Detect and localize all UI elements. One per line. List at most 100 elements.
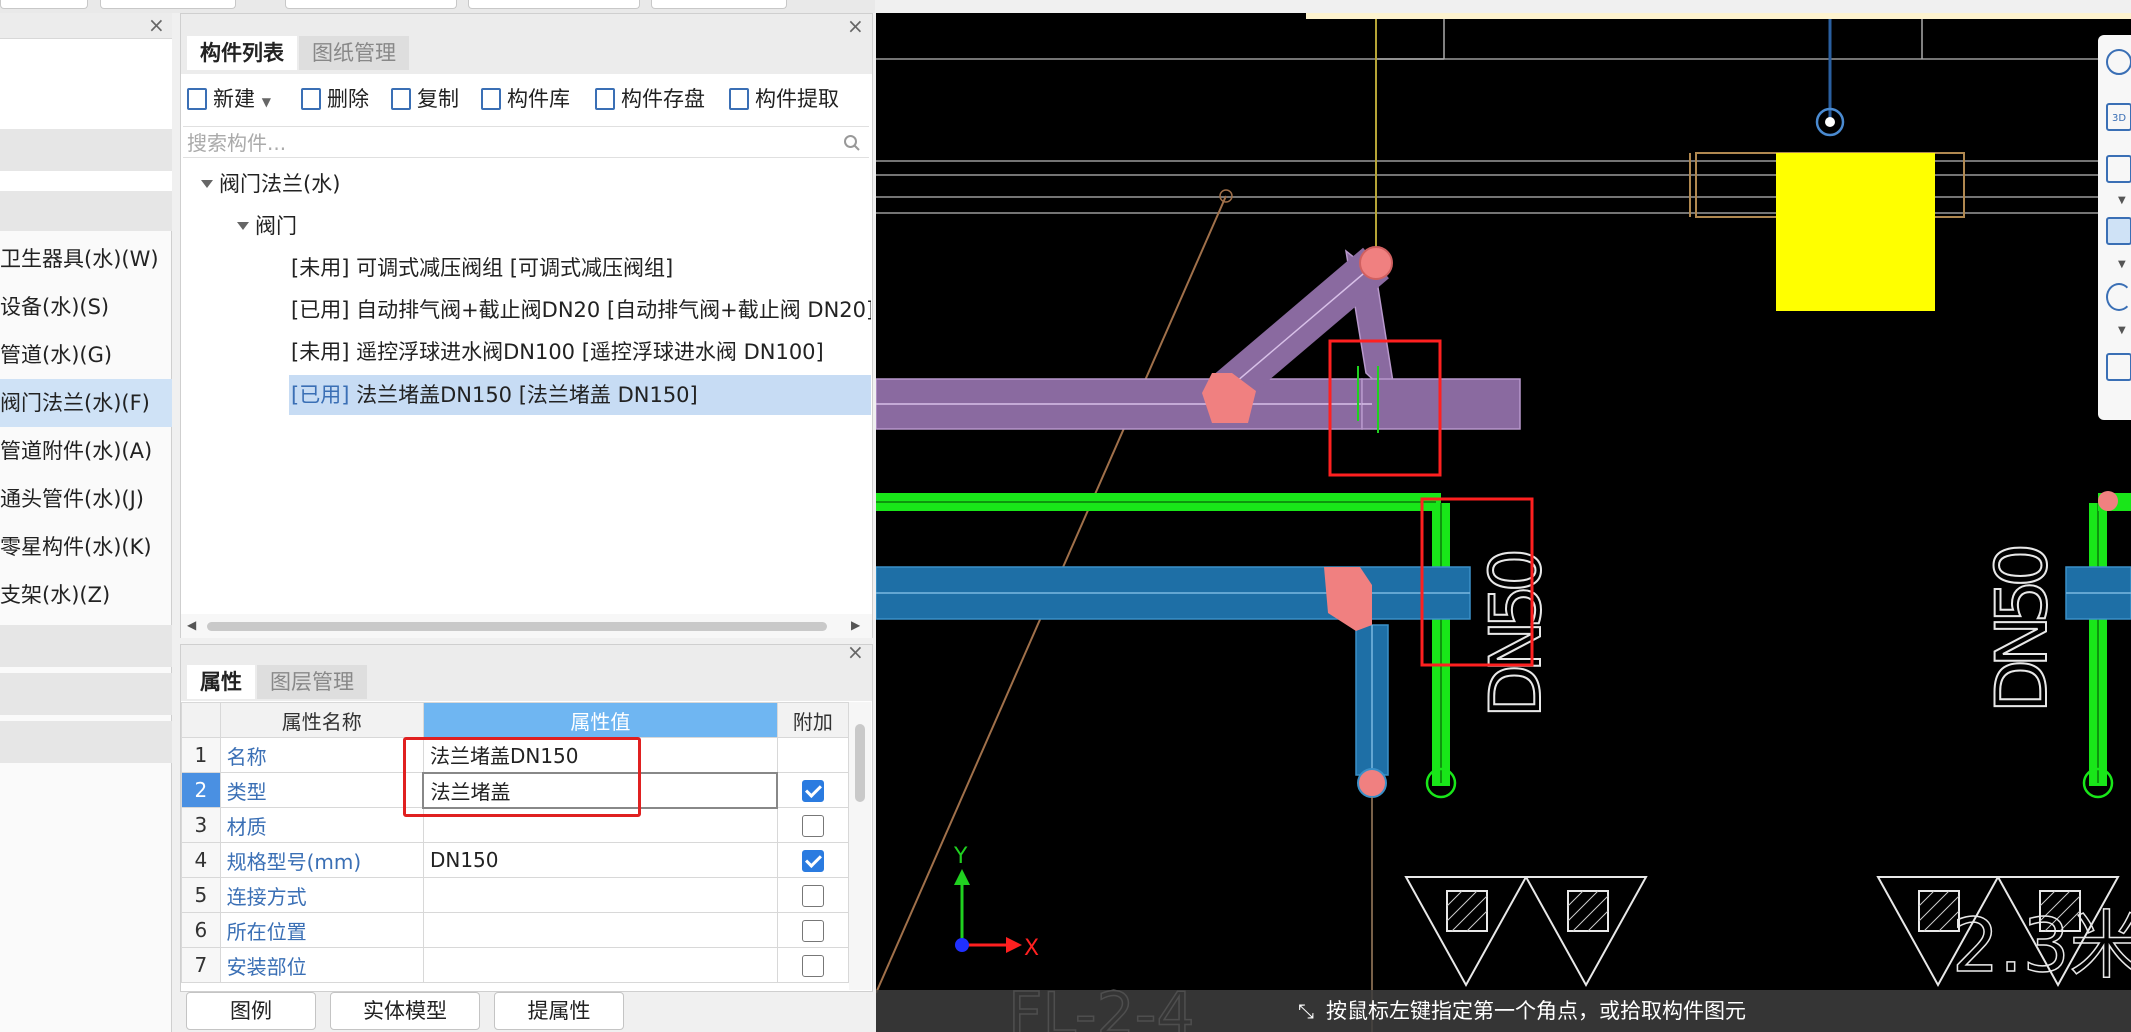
pipe-tee-joint[interactable] bbox=[1324, 567, 1372, 631]
scroll-left-icon[interactable]: ◀ bbox=[187, 618, 196, 632]
view-face-icon[interactable] bbox=[2106, 217, 2131, 245]
property-name: 类型 bbox=[219, 772, 424, 808]
sidebar-group-band[interactable] bbox=[0, 129, 172, 171]
rotate-icon[interactable] bbox=[2106, 283, 2131, 311]
sidebar-group-band[interactable] bbox=[0, 625, 172, 667]
property-row[interactable]: 5 连接方式 bbox=[181, 877, 850, 913]
top-toolbar-button[interactable] bbox=[468, 0, 640, 9]
tab-layer-management[interactable]: 图层管理 bbox=[257, 665, 367, 699]
solid-model-button[interactable]: 实体模型 bbox=[330, 992, 480, 1030]
tree-node-root[interactable]: 阀门法兰(水) bbox=[201, 164, 340, 204]
chevron-down-icon[interactable]: ▼ bbox=[2118, 259, 2126, 270]
tree-node-group[interactable]: 阀门 bbox=[237, 206, 297, 246]
property-row[interactable]: 4 规格型号(mm) DN150 bbox=[181, 842, 850, 878]
sidebar-item-label: 设备(水)(S) bbox=[0, 295, 110, 319]
list-icon[interactable] bbox=[2106, 353, 2131, 381]
orbit-icon[interactable] bbox=[2106, 49, 2131, 75]
tree-item[interactable]: [未用] 可调式减压阀组 [可调式减压阀组] bbox=[291, 248, 871, 288]
property-value[interactable] bbox=[422, 912, 778, 948]
horizontal-scrollbar[interactable]: ◀ ▶ bbox=[181, 614, 872, 638]
scroll-right-icon[interactable]: ▶ bbox=[851, 618, 860, 632]
sidebar-item-misc[interactable]: 零星构件(水)(K) bbox=[0, 523, 172, 571]
expand-arrow-icon[interactable] bbox=[237, 222, 249, 230]
copy-button[interactable]: 复制 bbox=[391, 80, 459, 118]
sidebar-group-band[interactable] bbox=[0, 721, 172, 763]
top-toolbar-strip bbox=[0, 0, 875, 13]
row-number: 1 bbox=[181, 737, 221, 773]
new-button[interactable]: 新建 ▼ bbox=[187, 80, 271, 118]
property-name: 连接方式 bbox=[219, 877, 424, 913]
extra-checkbox[interactable] bbox=[801, 885, 824, 908]
top-toolbar-button[interactable] bbox=[0, 0, 88, 9]
property-value-header: 属性值 bbox=[422, 702, 778, 738]
scrollbar-thumb[interactable] bbox=[207, 622, 827, 631]
sidebar-item-fitting[interactable]: 通头管件(水)(J) bbox=[0, 475, 172, 523]
property-extra-cell bbox=[776, 737, 850, 773]
tab-component-list[interactable]: 构件列表 bbox=[187, 36, 297, 70]
sidebar-item-pipe[interactable]: 管道(水)(G) bbox=[0, 331, 172, 379]
sidebar-blank-area bbox=[0, 39, 172, 129]
property-extra-cell bbox=[776, 912, 850, 948]
expand-arrow-icon[interactable] bbox=[201, 180, 213, 188]
close-icon[interactable]: × bbox=[148, 15, 165, 35]
sidebar-item-sanitary[interactable]: 卫生器具(水)(W) bbox=[0, 235, 172, 283]
property-row[interactable]: 6 所在位置 bbox=[181, 912, 850, 948]
component-extract-button[interactable]: 构件提取 bbox=[729, 80, 839, 118]
3d-view-icon[interactable]: 3D bbox=[2106, 103, 2131, 131]
sidebar-item-equipment[interactable]: 设备(水)(S) bbox=[0, 283, 172, 331]
x-axis-label: X bbox=[1024, 936, 1039, 961]
row-number-header bbox=[181, 702, 221, 738]
component-save-button[interactable]: 构件存盘 bbox=[595, 80, 705, 118]
tab-drawing-management[interactable]: 图纸管理 bbox=[299, 36, 409, 70]
tree-item[interactable]: [已用] 自动排气阀+截止阀DN20 [自动排气阀+截止阀 DN20] bbox=[291, 290, 871, 330]
pipe-end-joint[interactable] bbox=[1357, 768, 1387, 798]
chevron-down-icon[interactable]: ▼ bbox=[2118, 325, 2126, 336]
property-value[interactable] bbox=[422, 877, 778, 913]
tab-label: 图纸管理 bbox=[312, 41, 396, 65]
tab-label: 属性 bbox=[200, 670, 242, 694]
legend-button[interactable]: 图例 bbox=[186, 992, 316, 1030]
tree-item-selected[interactable]: [已用] 法兰堵盖DN150 [法兰堵盖 DN150] bbox=[289, 375, 871, 415]
pipe-end-joint[interactable] bbox=[1359, 246, 1393, 280]
close-icon[interactable]: × bbox=[847, 16, 864, 36]
component-search-input[interactable]: 搜索构件... bbox=[183, 126, 869, 158]
property-row[interactable]: 7 安装部位 bbox=[181, 947, 850, 983]
pick-properties-button[interactable]: 提属性 bbox=[494, 992, 624, 1030]
extra-checkbox[interactable] bbox=[801, 920, 824, 943]
property-extra-cell bbox=[776, 772, 850, 808]
search-icon[interactable] bbox=[843, 134, 861, 152]
sidebar-group-band[interactable] bbox=[0, 673, 172, 715]
extra-checkbox[interactable] bbox=[801, 850, 824, 873]
pipe-end-joint[interactable] bbox=[2098, 491, 2118, 511]
delete-button[interactable]: 删除 bbox=[301, 80, 369, 118]
property-extra-cell bbox=[776, 842, 850, 878]
chevron-down-icon[interactable]: ▼ bbox=[2118, 195, 2126, 206]
sidebar-item-support[interactable]: 支架(水)(Z) bbox=[0, 571, 172, 619]
tab-properties[interactable]: 属性 bbox=[187, 665, 255, 699]
property-value[interactable]: DN150 bbox=[422, 842, 778, 878]
view-box-icon[interactable] bbox=[2106, 155, 2131, 183]
tree-item-status: [已用] bbox=[291, 383, 350, 407]
y-axis-arrow-icon bbox=[954, 869, 970, 885]
extra-checkbox[interactable] bbox=[802, 780, 825, 803]
tree-item[interactable]: [未用] 遥控浮球进水阀DN100 [遥控浮球进水阀 DN100] bbox=[291, 332, 871, 372]
extra-checkbox[interactable] bbox=[801, 955, 824, 978]
yellow-equipment-block[interactable] bbox=[1776, 153, 1935, 311]
sidebar-item-valve-flange[interactable]: 阀门法兰(水)(F) bbox=[0, 379, 172, 427]
property-value[interactable] bbox=[422, 947, 778, 983]
sidebar-group-band[interactable] bbox=[0, 191, 172, 231]
panel-title-bar: × bbox=[181, 642, 872, 663]
cad-drawing[interactable]: DN50 DN50 2.3米以 Y X bbox=[876, 13, 2131, 1032]
cad-drawing-canvas[interactable]: DN50 DN50 2.3米以 Y X bbox=[876, 13, 2131, 1032]
close-icon[interactable]: × bbox=[847, 642, 864, 662]
top-toolbar-button[interactable] bbox=[651, 0, 787, 9]
chevron-down-icon[interactable]: ▼ bbox=[262, 95, 271, 109]
top-toolbar-button[interactable] bbox=[285, 0, 457, 9]
scrollbar-thumb[interactable] bbox=[855, 724, 865, 802]
vertical-scrollbar[interactable] bbox=[849, 702, 871, 990]
extra-checkbox[interactable] bbox=[801, 815, 824, 838]
property-name: 规格型号(mm) bbox=[219, 842, 424, 878]
top-toolbar-button[interactable] bbox=[100, 0, 236, 9]
sidebar-item-pipe-accessory[interactable]: 管道附件(水)(A) bbox=[0, 427, 172, 475]
component-library-button[interactable]: 构件库 bbox=[481, 80, 570, 118]
